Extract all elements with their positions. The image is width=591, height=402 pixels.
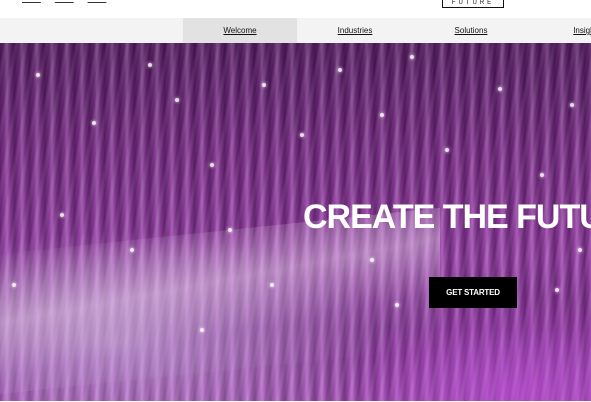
light-particle: [228, 228, 232, 232]
get-started-button[interactable]: GET STARTED: [429, 277, 517, 308]
hero-title: CREATE THE FUTURE: [303, 198, 591, 236]
light-particle: [445, 148, 449, 152]
nav-item-label: Insights: [573, 26, 591, 35]
top-link-1[interactable]: — — —: [22, 0, 41, 3]
light-particle: [175, 98, 179, 102]
light-particle: [370, 258, 374, 262]
top-link-3[interactable]: — — —: [88, 0, 107, 3]
light-particle: [410, 55, 414, 59]
light-particle: [555, 288, 559, 292]
light-particle: [570, 103, 574, 107]
light-particle: [12, 283, 16, 287]
top-bar: — — — — — — — — — FUTURE: [0, 0, 591, 18]
nav-item-label: Solutions: [454, 26, 488, 35]
light-particle: [210, 163, 214, 167]
nav-item-label: Industries: [337, 26, 373, 35]
light-particle: [540, 173, 544, 177]
light-particle: [130, 248, 134, 252]
light-particle: [498, 87, 502, 91]
nav-item-welcome[interactable]: Welcome: [183, 18, 297, 43]
top-link-2[interactable]: — — —: [55, 0, 74, 3]
light-particle: [148, 63, 152, 67]
light-particle: [270, 283, 274, 287]
main-nav: Welcome Industries Solutions Insights: [0, 18, 591, 43]
light-particle: [395, 303, 399, 307]
site-logo[interactable]: FUTURE: [442, 0, 504, 8]
hero-section: CREATE THE FUTURE GET STARTED: [0, 43, 591, 401]
top-links: — — — — — — — — —: [22, 0, 106, 3]
light-particle: [92, 121, 96, 125]
nav-item-industries[interactable]: Industries: [299, 18, 411, 43]
light-particle: [36, 73, 40, 77]
logo-text: FUTURE: [451, 0, 495, 6]
light-particle: [578, 248, 582, 252]
light-particle: [300, 133, 304, 137]
light-particle: [338, 68, 342, 72]
light-particle: [380, 113, 384, 117]
light-particle: [60, 213, 64, 217]
nav-item-insights[interactable]: Insights: [531, 18, 591, 43]
light-particle: [262, 83, 266, 87]
nav-item-solutions[interactable]: Solutions: [415, 18, 527, 43]
light-particle: [200, 328, 204, 332]
nav-item-label: Welcome: [223, 26, 257, 35]
